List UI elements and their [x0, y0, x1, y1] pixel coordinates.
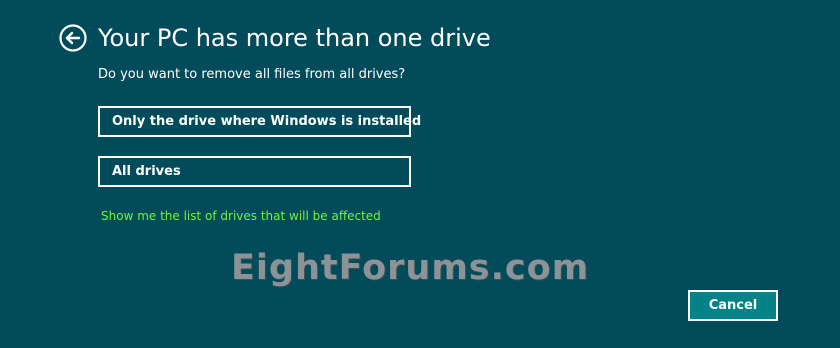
- page-title: Your PC has more than one drive: [98, 24, 491, 52]
- watermark: EightForums.com: [231, 248, 590, 288]
- question-text: Do you want to remove all files from all…: [98, 67, 406, 82]
- only-windows-drive-button[interactable]: Only the drive where Windows is installe…: [98, 106, 421, 137]
- show-drives-link[interactable]: Show me the list of drives that will be …: [101, 208, 381, 224]
- arrow-left-circle-icon: [59, 24, 87, 52]
- all-drives-button[interactable]: All drives: [98, 156, 411, 187]
- cancel-button[interactable]: Cancel: [688, 290, 778, 321]
- back-button[interactable]: [59, 24, 87, 52]
